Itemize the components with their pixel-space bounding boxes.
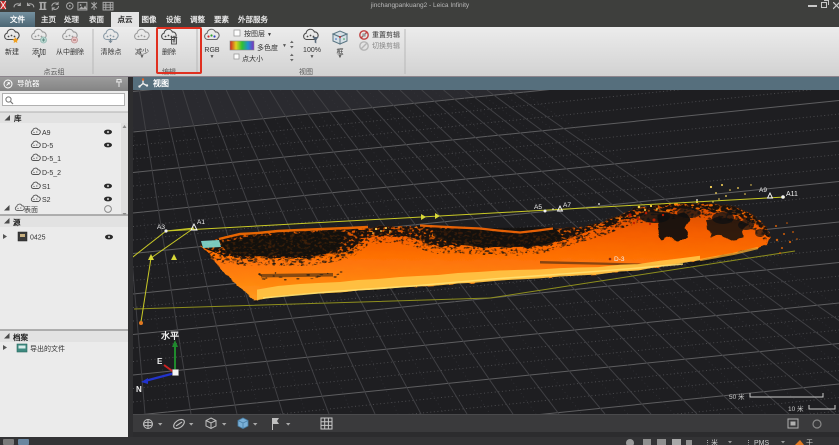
svg-text:源: 源 (13, 217, 21, 227)
svg-text:A7: A7 (563, 202, 571, 209)
svg-text:D-5_2: D-5_2 (42, 170, 61, 177)
svg-text:导出的文件: 导出的文件 (30, 344, 65, 353)
svg-text:⋮ PMS: ⋮ PMS (745, 440, 769, 445)
svg-text:D-3: D-3 (614, 256, 625, 263)
svg-text:A5: A5 (534, 204, 542, 211)
svg-text:档案: 档案 (13, 332, 28, 342)
svg-text:⋮米: ⋮米 (704, 438, 718, 445)
svg-text:S1: S1 (42, 184, 51, 191)
svg-text:A3: A3 (157, 224, 165, 231)
svg-text:D-5_1: D-5_1 (42, 156, 61, 163)
svg-text:水平: 水平 (161, 330, 179, 341)
svg-text:A9: A9 (42, 130, 51, 137)
svg-text:A11: A11 (786, 191, 798, 198)
svg-text:50 米: 50 米 (729, 392, 745, 401)
svg-text:D-5: D-5 (42, 143, 53, 150)
svg-text:0425: 0425 (30, 235, 46, 242)
svg-text:库: 库 (14, 113, 22, 123)
svg-text:A1: A1 (197, 219, 205, 226)
svg-text:10 米: 10 米 (788, 404, 804, 413)
svg-text:N: N (136, 385, 142, 394)
svg-text:E: E (157, 357, 163, 366)
svg-text:于: 于 (806, 439, 813, 445)
svg-text:S2: S2 (42, 197, 51, 204)
svg-text:A9: A9 (759, 187, 767, 194)
svg-text:表面: 表面 (24, 205, 38, 214)
